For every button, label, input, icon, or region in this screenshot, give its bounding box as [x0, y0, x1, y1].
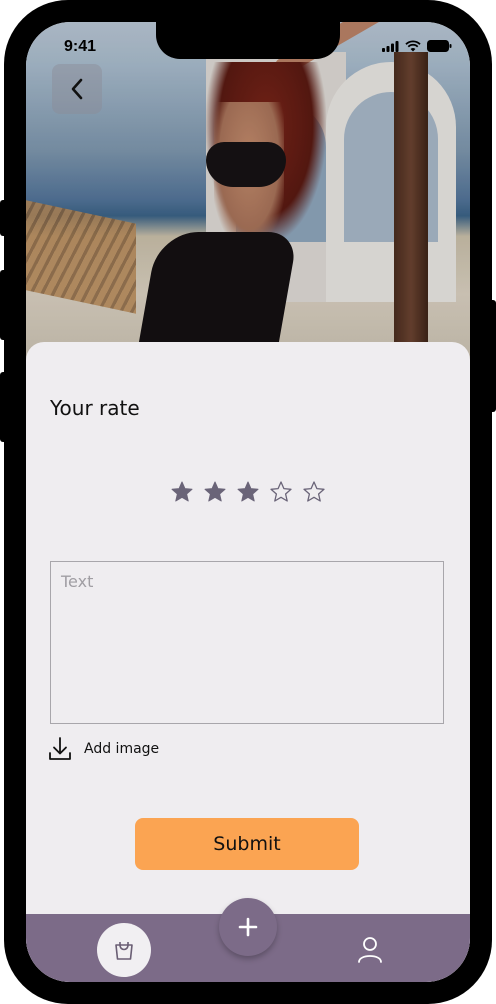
download-icon — [49, 737, 71, 760]
status-icons — [382, 40, 452, 52]
add-image-label: Add image — [84, 741, 160, 757]
star-rating[interactable] — [170, 480, 326, 504]
nav-profile-button[interactable] — [356, 934, 384, 964]
wifi-icon — [405, 40, 421, 52]
notch — [156, 22, 340, 59]
screen: 9:41 Your rate Text Add image Submit — [26, 22, 470, 982]
side-button-left-1 — [0, 200, 8, 236]
cellular-signal-icon — [382, 41, 399, 52]
plus-icon — [238, 917, 258, 937]
side-button-left-2 — [0, 270, 8, 340]
star-5-icon[interactable] — [302, 480, 326, 504]
star-1-icon[interactable] — [170, 480, 194, 504]
star-2-icon[interactable] — [203, 480, 227, 504]
add-image-button[interactable]: Add image — [48, 736, 159, 762]
nav-shop-button[interactable] — [97, 923, 151, 977]
star-3-icon[interactable] — [236, 480, 260, 504]
chevron-left-icon — [71, 78, 83, 100]
review-text-input[interactable] — [50, 561, 444, 724]
star-5-shape — [303, 481, 325, 502]
star-1-shape — [171, 481, 193, 502]
side-button-right — [488, 300, 496, 412]
rate-title: Your rate — [50, 396, 140, 420]
back-button[interactable] — [52, 64, 102, 114]
battery-icon — [427, 40, 452, 52]
star-4-shape — [270, 481, 292, 502]
user-icon — [358, 937, 382, 963]
review-sheet: Your rate Add image Submit — [26, 342, 470, 982]
shopping-bag-icon — [115, 942, 133, 960]
side-button-left-3 — [0, 372, 8, 442]
star-3-shape — [237, 481, 259, 502]
submit-button[interactable]: Submit — [135, 818, 359, 870]
star-2-shape — [204, 481, 226, 502]
nav-add-button[interactable] — [219, 898, 277, 956]
star-4-icon[interactable] — [269, 480, 293, 504]
status-time: 9:41 — [64, 38, 97, 55]
